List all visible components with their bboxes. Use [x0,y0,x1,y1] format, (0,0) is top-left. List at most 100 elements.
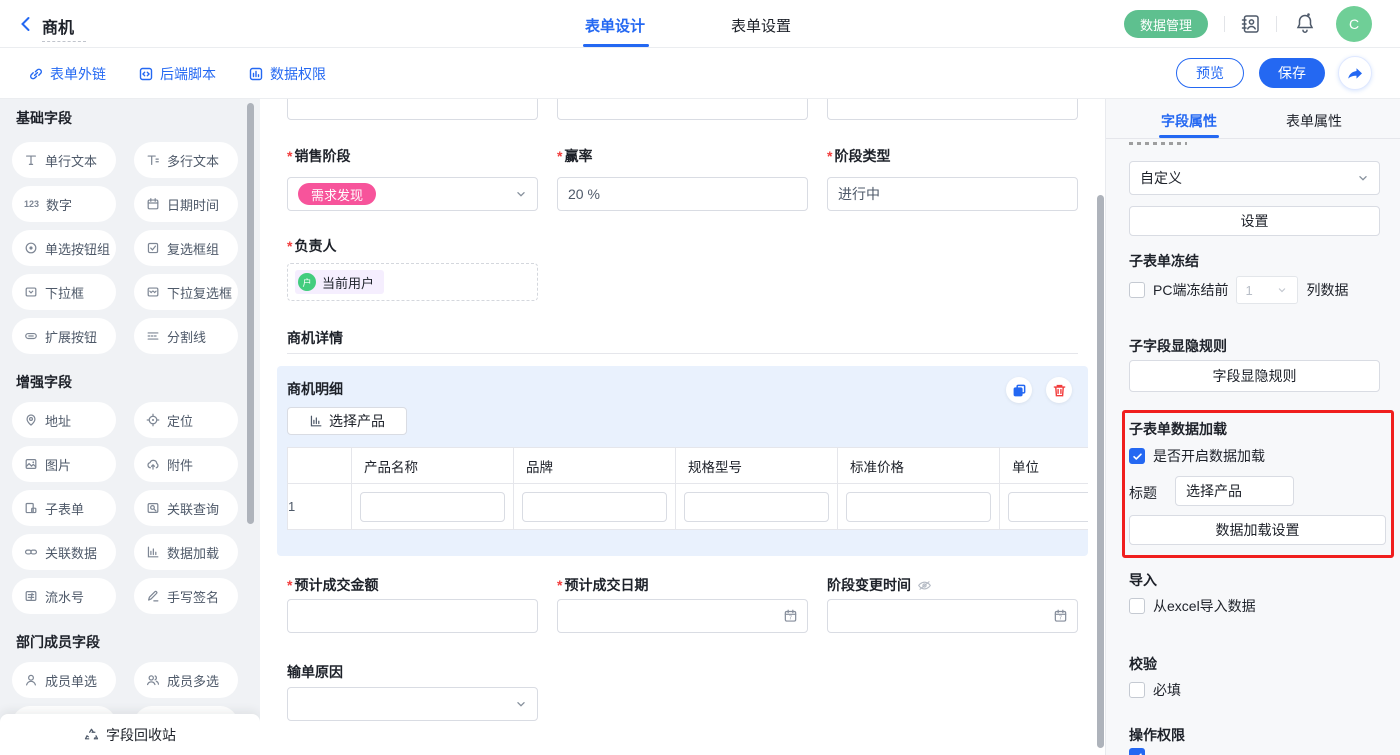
title-field-input[interactable]: 选择产品 [1175,476,1294,506]
expected-date-label: *预计成交日期 [557,575,648,595]
freeze-checkbox[interactable] [1129,282,1145,298]
notification-bell-icon[interactable] [1294,12,1316,34]
sidebar-scrollbar[interactable] [247,103,254,524]
form-external-link[interactable]: 表单外链 [28,64,106,84]
field-item-signature[interactable]: 手写签名 [134,578,238,614]
brand-input[interactable] [522,492,667,522]
field-item-multi-line-text[interactable]: 多行文本 [134,142,238,178]
stage-type-input[interactable]: 进行中 [827,177,1078,211]
field-item-lookup[interactable]: 关联查询 [134,490,238,526]
field-item-member-multi[interactable]: 成员多选 [134,662,238,698]
clipped-input-3[interactable] [827,99,1078,120]
field-item-data-load[interactable]: 数据加载 [134,534,238,570]
checkbox-group-icon [146,241,160,255]
excel-import-checkbox[interactable] [1129,598,1145,614]
required-checkbox[interactable] [1129,682,1145,698]
group-title-member-fields: 部门成员字段 [16,632,100,652]
field-item-member-single[interactable]: 成员单选 [12,662,116,698]
backend-script-link[interactable]: 后端脚本 [138,64,216,84]
owner-field[interactable]: 户 当前用户 [287,263,538,301]
expand-button-icon [24,329,38,343]
sales-stage-select[interactable]: 需求发现 [287,177,538,211]
data-manage-button[interactable]: 数据管理 [1124,10,1208,38]
field-item-subform[interactable]: 子表单 [12,490,116,526]
back-icon[interactable] [17,15,35,33]
subform-section[interactable]: 商机明细 选择产品 产品名称 品牌 规格型号 标 [277,366,1088,556]
table-row: 1 [288,484,1089,530]
canvas-scrollbar[interactable] [1097,195,1104,748]
field-item-datetime[interactable]: 日期时间 [134,186,238,222]
hidden-eye-icon [917,578,932,593]
data-load-checkbox-label: 是否开启数据加载 [1153,446,1265,466]
field-palette-sidebar: 基础字段 单行文本 多行文本 123数字 日期时间 单选按钮组 复选框组 下拉框… [0,99,260,755]
col-spec-model: 规格型号 [676,448,838,484]
stage-change-time-input[interactable]: 7 [827,599,1078,633]
form-canvas: *销售阶段 需求发现 *赢率 20 % *阶段类型 进行中 *负责人 户 当前用… [260,99,1105,755]
field-item-locate[interactable]: 定位 [134,402,238,438]
field-item-select[interactable]: 下拉框 [12,274,116,310]
select-product-button[interactable]: 选择产品 [287,407,407,435]
data-load-settings-button[interactable]: 数据加载设置 [1129,515,1386,545]
field-item-number[interactable]: 123数字 [12,186,116,222]
freeze-count-select[interactable]: 1 [1236,276,1298,304]
field-item-image[interactable]: 图片 [12,446,116,482]
single-line-text-icon [24,153,38,167]
product-name-input[interactable] [360,492,505,522]
settings-button[interactable]: 设置 [1129,206,1380,236]
clipped-input-1[interactable] [287,99,538,120]
title-edit-underline[interactable] [42,41,86,42]
tab-form-properties[interactable]: 表单属性 [1286,111,1342,131]
data-permission-link[interactable]: 数据权限 [248,64,326,84]
permission-checkbox-clipped[interactable] [1129,748,1145,755]
field-item-checkbox-group[interactable]: 复选框组 [134,230,238,266]
avatar[interactable]: C [1336,6,1372,42]
select-icon [24,285,38,299]
data-load-checkbox[interactable] [1129,448,1145,464]
delete-button[interactable] [1046,377,1072,403]
field-item-radio-group[interactable]: 单选按钮组 [12,230,116,266]
standard-price-input[interactable] [846,492,991,522]
field-item-expand-button[interactable]: 扩展按钮 [12,318,116,354]
field-item-divider-line[interactable]: 分割线 [134,318,238,354]
share-button[interactable] [1338,56,1372,90]
copy-button[interactable] [1006,377,1032,403]
radio-group-icon [24,241,38,255]
clipped-label [1129,142,1187,145]
chevron-down-icon [1356,171,1370,185]
contact-book-icon[interactable] [1240,13,1262,35]
tab-form-settings[interactable]: 表单设置 [731,15,791,36]
field-item-multi-select[interactable]: 下拉复选框 [134,274,238,310]
detail-divider-line [287,353,1078,354]
tab-form-design[interactable]: 表单设计 [585,15,645,36]
clipped-input-2[interactable] [557,99,808,120]
visibility-rule-button[interactable]: 字段显隐规则 [1129,360,1380,392]
custom-select[interactable]: 自定义 [1129,161,1380,195]
field-item-attachment[interactable]: 附件 [134,446,238,482]
link-icon [28,66,44,82]
field-item-linked-data[interactable]: 关联数据 [12,534,116,570]
spec-model-input[interactable] [684,492,829,522]
field-item-address[interactable]: 地址 [12,402,116,438]
field-item-single-line-text[interactable]: 单行文本 [12,142,116,178]
lose-reason-label: 输单原因 [287,662,343,682]
preview-button[interactable]: 预览 [1176,58,1244,88]
title-field-label: 标题 [1129,483,1157,503]
save-button[interactable]: 保存 [1259,58,1325,88]
expected-date-input[interactable]: 7 [557,599,808,633]
table-header-row: 产品名称 品牌 规格型号 标准价格 单位 [288,448,1089,484]
expected-amount-input[interactable] [287,599,538,633]
required-row: 必填 [1129,680,1181,700]
current-user-tag: 户 当前用户 [295,270,384,294]
locate-icon [146,413,160,427]
field-item-serial-number[interactable]: 流水号 [12,578,116,614]
win-rate-input[interactable]: 20 % [557,177,808,211]
tab-field-properties[interactable]: 字段属性 [1161,111,1217,131]
field-recycle-bin[interactable]: 字段回收站 [0,714,260,755]
bar-chart-icon [309,414,323,428]
lose-reason-select[interactable] [287,687,538,721]
detail-divider-label: 商机详情 [287,328,343,348]
unit-input[interactable] [1008,492,1088,522]
datetime-icon [146,197,160,211]
linked-data-icon [24,545,38,559]
trash-icon [1052,383,1067,398]
